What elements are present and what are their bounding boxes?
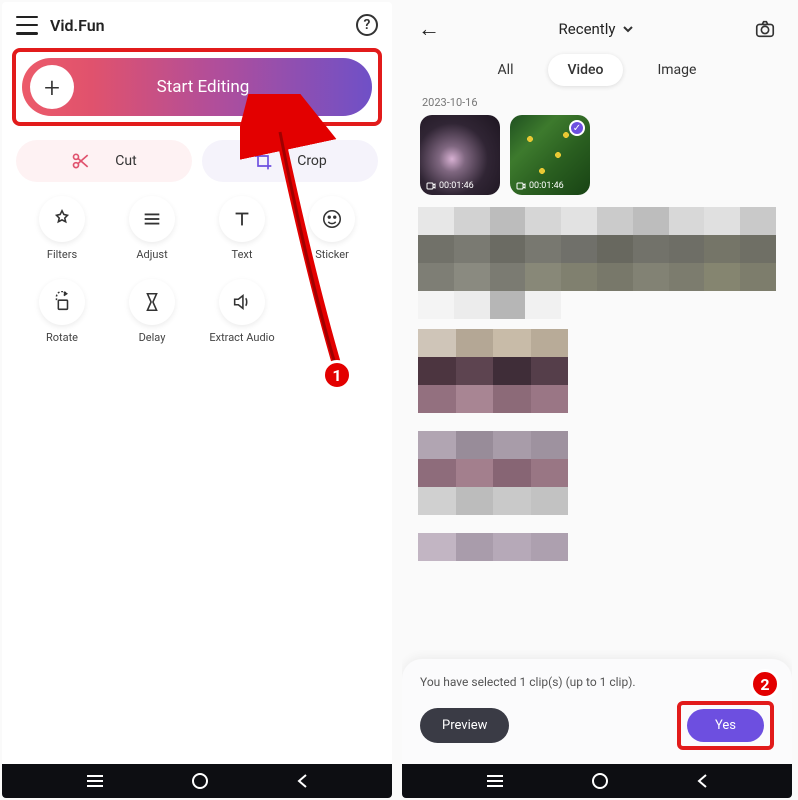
start-editing-button[interactable]: + Start Editing (22, 58, 372, 116)
step-badge-2: 2 (750, 669, 780, 699)
video-meta: 00:01:46 (516, 181, 564, 191)
date-label: 2023-10-16 (422, 96, 792, 109)
album-dropdown[interactable]: Recently (440, 20, 754, 38)
tool-text[interactable]: Text (200, 196, 284, 261)
rotate-icon (51, 291, 73, 313)
crop-button[interactable]: Crop (202, 140, 378, 182)
cut-label: Cut (115, 153, 136, 169)
yes-highlight: Yes (677, 701, 774, 750)
tool-extract-audio[interactable]: Extract Audio (200, 279, 284, 344)
audio-icon (231, 291, 253, 313)
video-icon (426, 181, 436, 191)
tool-label: Text (232, 248, 253, 261)
cut-crop-row: Cut Crop (16, 140, 378, 182)
video-thumb[interactable]: ✓ 00:01:46 (510, 115, 590, 195)
selection-text: You have selected 1 clip(s) (up to 1 cli… (420, 675, 774, 689)
tool-label: Adjust (136, 248, 167, 261)
chevron-down-icon (621, 22, 635, 36)
tool-label: Extract Audio (209, 331, 274, 344)
selection-sheet: You have selected 1 clip(s) (up to 1 cli… (402, 659, 792, 764)
phone-screen-right: ← Recently All Video Image 2023-10-16 00… (402, 2, 792, 798)
tab-image[interactable]: Image (637, 54, 716, 86)
delay-icon (141, 291, 163, 313)
tool-label: Delay (139, 331, 166, 344)
crop-icon (253, 151, 273, 171)
yes-button[interactable]: Yes (687, 709, 764, 742)
media-tabs: All Video Image (402, 54, 792, 86)
video-thumb[interactable]: 00:01:46 (420, 115, 500, 195)
filters-icon (51, 208, 73, 230)
video-thumbs-row: 00:01:46 ✓ 00:01:46 (402, 115, 792, 207)
phone-screen-left: Vid.Fun ? + Start Editing Cut Crop Filte… (2, 2, 392, 798)
tool-label: Filters (47, 248, 77, 261)
app-header: Vid.Fun ? (2, 2, 392, 44)
start-editing-highlight: + Start Editing (12, 48, 382, 126)
nav-recents-icon[interactable] (85, 773, 105, 789)
tool-rotate[interactable]: Rotate (20, 279, 104, 344)
blurred-content-1 (418, 207, 776, 319)
nav-home-icon[interactable] (191, 772, 209, 790)
system-navbar (402, 764, 792, 798)
tab-all[interactable]: All (478, 54, 534, 86)
tool-label: Rotate (46, 331, 78, 344)
tool-filters[interactable]: Filters (20, 196, 104, 261)
crop-label: Crop (297, 153, 327, 169)
nav-home-icon[interactable] (591, 772, 609, 790)
tab-video[interactable]: Video (548, 54, 624, 86)
tool-sticker[interactable]: Sticker (290, 196, 374, 261)
dropdown-label: Recently (559, 20, 616, 38)
step-badge-1: 1 (322, 360, 352, 390)
tool-delay[interactable]: Delay (110, 279, 194, 344)
cut-button[interactable]: Cut (16, 140, 192, 182)
blurred-content-2 (418, 329, 568, 561)
start-editing-label: Start Editing (34, 77, 372, 97)
tool-adjust[interactable]: Adjust (110, 196, 194, 261)
sticker-icon (321, 208, 343, 230)
back-icon[interactable]: ← (418, 16, 440, 42)
nav-back-icon[interactable] (695, 773, 709, 789)
video-icon (516, 181, 526, 191)
tool-label: Sticker (315, 248, 349, 261)
scissors-icon (71, 151, 91, 171)
picker-header: ← Recently (402, 2, 792, 50)
selected-check-icon: ✓ (569, 120, 585, 136)
video-meta: 00:01:46 (426, 181, 474, 191)
preview-button[interactable]: Preview (420, 708, 509, 743)
hamburger-menu-icon[interactable] (16, 16, 38, 35)
system-navbar (2, 764, 392, 798)
adjust-icon (141, 208, 163, 230)
nav-recents-icon[interactable] (485, 773, 505, 789)
help-icon[interactable]: ? (356, 14, 378, 36)
text-icon (231, 208, 253, 230)
camera-icon[interactable] (754, 18, 776, 40)
tool-grid: Filters Adjust Text Sticker Rotate Delay… (2, 196, 392, 344)
app-title: Vid.Fun (50, 16, 344, 35)
nav-back-icon[interactable] (295, 773, 309, 789)
